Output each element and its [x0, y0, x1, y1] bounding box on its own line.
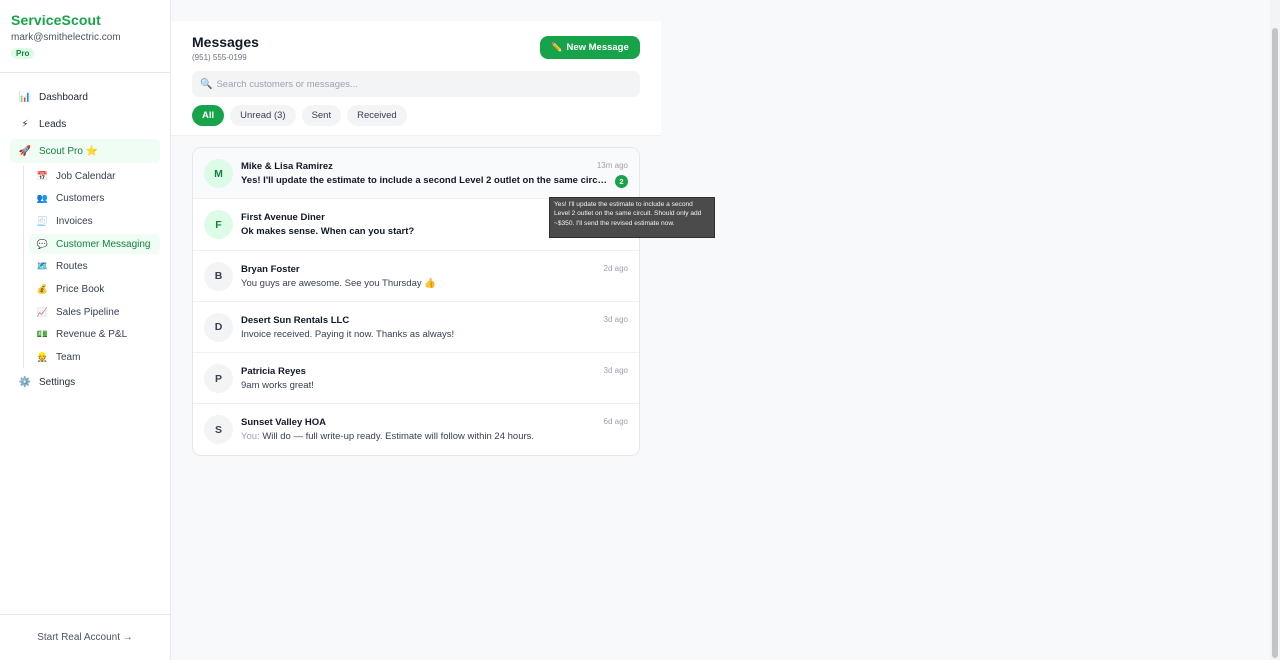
search-bar: 🔍	[192, 71, 640, 97]
sidebar-item-label: Sales Pipeline	[56, 306, 120, 318]
conversation-row[interactable]: B Bryan Foster 2d ago You guys are aweso…	[193, 251, 639, 302]
scrollbar-thumb[interactable]	[1272, 28, 1278, 658]
sidebar-item-scout-pro[interactable]: 🚀 Scout Pro ⭐	[10, 139, 160, 163]
conversation-row[interactable]: S Sunset Valley HOA 6d ago You: Will do …	[193, 404, 639, 455]
unread-count-badge: 2	[615, 175, 628, 188]
filter-sent[interactable]: Sent	[301, 105, 342, 126]
avatar: M	[204, 159, 233, 188]
message-preview: You: Will do — full write-up ready. Esti…	[241, 431, 609, 442]
sidebar-item-label: Routes	[56, 261, 88, 273]
contact-name: Desert Sun Rentals LLC	[241, 314, 350, 326]
avatar: B	[204, 261, 233, 291]
sidebar-item-label: Customer Messaging	[56, 238, 151, 250]
brand-block: ServiceScout mark@smithelectric.com Pro	[0, 0, 170, 73]
sidebar-item-label: Price Book	[56, 283, 105, 295]
receipt-icon: 🧾	[36, 215, 49, 226]
contact-name: Mike & Lisa Ramirez	[241, 161, 333, 172]
sidebar: ServiceScout mark@smithelectric.com Pro …	[0, 0, 171, 660]
calendar-icon: 📅	[36, 170, 49, 181]
new-message-button[interactable]: ✏️ New Message	[540, 36, 640, 59]
sidebar-item-label: Settings	[39, 377, 76, 388]
filter-all[interactable]: All	[192, 105, 225, 126]
scout-pro-submenu: 📅 Job Calendar 👥 Customers 🧾 Invoices 💬 …	[23, 166, 160, 368]
money-bag-icon: 💰	[36, 283, 49, 294]
sidebar-item-label: Invoices	[56, 215, 93, 227]
account-email: mark@smithelectric.com	[11, 32, 121, 43]
plan-badge: Pro	[11, 48, 35, 59]
rocket-icon: 🚀	[18, 145, 32, 157]
speech-bubble-icon: 💬	[36, 238, 49, 249]
sidebar-item-revenue-pl[interactable]: 💵 Revenue & P&L	[29, 325, 160, 345]
map-icon: 🗺️	[36, 261, 49, 272]
message-time: 3d ago	[603, 366, 628, 376]
avatar: D	[204, 312, 233, 342]
sidebar-item-leads[interactable]: ⚡ Leads	[10, 112, 160, 136]
filter-tabs: All Unread (3) Sent Received	[192, 105, 407, 126]
conversation-list: M Mike & Lisa Ramirez 13m ago Yes! I'll …	[192, 147, 640, 456]
sidebar-nav: 📊 Dashboard ⚡ Leads 🚀 Scout Pro ⭐ 📅 Job …	[0, 73, 170, 395]
sidebar-item-customers[interactable]: 👥 Customers	[29, 189, 160, 209]
message-time: 6d ago	[603, 417, 628, 427]
message-time: 13m ago	[596, 161, 628, 170]
contact-name: First Avenue Diner	[241, 212, 325, 224]
search-input[interactable]	[216, 78, 617, 90]
avatar: F	[204, 210, 233, 240]
sidebar-item-customer-messaging[interactable]: 💬 Customer Messaging	[29, 234, 160, 255]
avatar: P	[204, 364, 233, 394]
page-title: Messages	[192, 34, 259, 50]
sidebar-item-price-book[interactable]: 💰 Price Book	[29, 279, 160, 299]
message-time: 3d ago	[603, 314, 628, 324]
conversation-row[interactable]: M Mike & Lisa Ramirez 13m ago Yes! I'll …	[193, 148, 639, 200]
app-logo-title[interactable]: ServiceScout	[11, 12, 159, 28]
sent-by-you-prefix: You:	[241, 431, 263, 443]
gear-icon: ⚙️	[18, 377, 32, 388]
cash-icon: 💵	[36, 329, 49, 340]
filter-unread[interactable]: Unread (3)	[230, 105, 296, 126]
sidebar-item-routes[interactable]: 🗺️ Routes	[29, 257, 160, 277]
conversation-row[interactable]: P Patricia Reyes 3d ago 9am works great!	[193, 353, 639, 405]
conversation-row[interactable]: D Desert Sun Rentals LLC 3d ago Invoice …	[193, 302, 639, 354]
sidebar-item-dashboard[interactable]: 📊 Dashboard	[10, 85, 160, 109]
worker-icon: 👷	[36, 352, 49, 362]
sidebar-item-job-calendar[interactable]: 📅 Job Calendar	[29, 166, 160, 186]
contact-name: Sunset Valley HOA	[241, 417, 327, 429]
users-icon: 👥	[36, 193, 49, 204]
filter-received[interactable]: Received	[347, 105, 407, 126]
avatar: S	[204, 415, 233, 445]
sidebar-item-label: Team	[56, 352, 81, 363]
sidebar-item-label: Revenue & P&L	[56, 329, 128, 341]
sidebar-item-label: Job Calendar	[56, 170, 116, 182]
sidebar-item-settings[interactable]: ⚙️ Settings	[10, 371, 160, 395]
sidebar-item-label: Dashboard	[39, 91, 88, 103]
message-preview: Yes! I'll update the estimate to include…	[241, 175, 609, 186]
trend-up-icon: 📈	[36, 306, 49, 317]
message-preview: You guys are awesome. See you Thursday 👍	[241, 277, 437, 289]
message-preview-tooltip: Yes! I'll update the estimate to include…	[549, 197, 715, 238]
search-icon: 🔍	[200, 78, 213, 90]
sidebar-item-sales-pipeline[interactable]: 📈 Sales Pipeline	[29, 302, 160, 322]
contact-name: Bryan Foster	[241, 263, 300, 275]
sidebar-item-label: Leads	[39, 118, 67, 130]
business-phone: (951) 555-0199	[192, 53, 247, 62]
start-real-account-link[interactable]: Start Real Account →	[0, 614, 170, 660]
message-time: 2d ago	[603, 263, 628, 273]
page-scrollbar[interactable]	[1270, 0, 1280, 660]
pencil-icon: ✏️	[551, 42, 563, 52]
message-preview-text: Will do — full write-up ready. Estimate …	[262, 431, 535, 443]
new-message-label: New Message	[566, 42, 629, 53]
messages-header: Messages (951) 555-0199 ✏️ New Message 🔍…	[171, 21, 661, 136]
lightning-icon: ⚡	[21, 118, 29, 130]
sidebar-item-invoices[interactable]: 🧾 Invoices	[29, 211, 160, 231]
message-preview: 9am works great!	[241, 380, 314, 392]
contact-name: Patricia Reyes	[241, 366, 306, 378]
sidebar-item-label: Scout Pro ⭐	[39, 145, 99, 157]
message-preview: Invoice received. Paying it now. Thanks …	[241, 328, 455, 340]
sidebar-item-label: Customers	[56, 193, 105, 205]
sidebar-item-team[interactable]: 👷 Team	[29, 348, 160, 368]
chart-icon: 📊	[18, 91, 32, 103]
